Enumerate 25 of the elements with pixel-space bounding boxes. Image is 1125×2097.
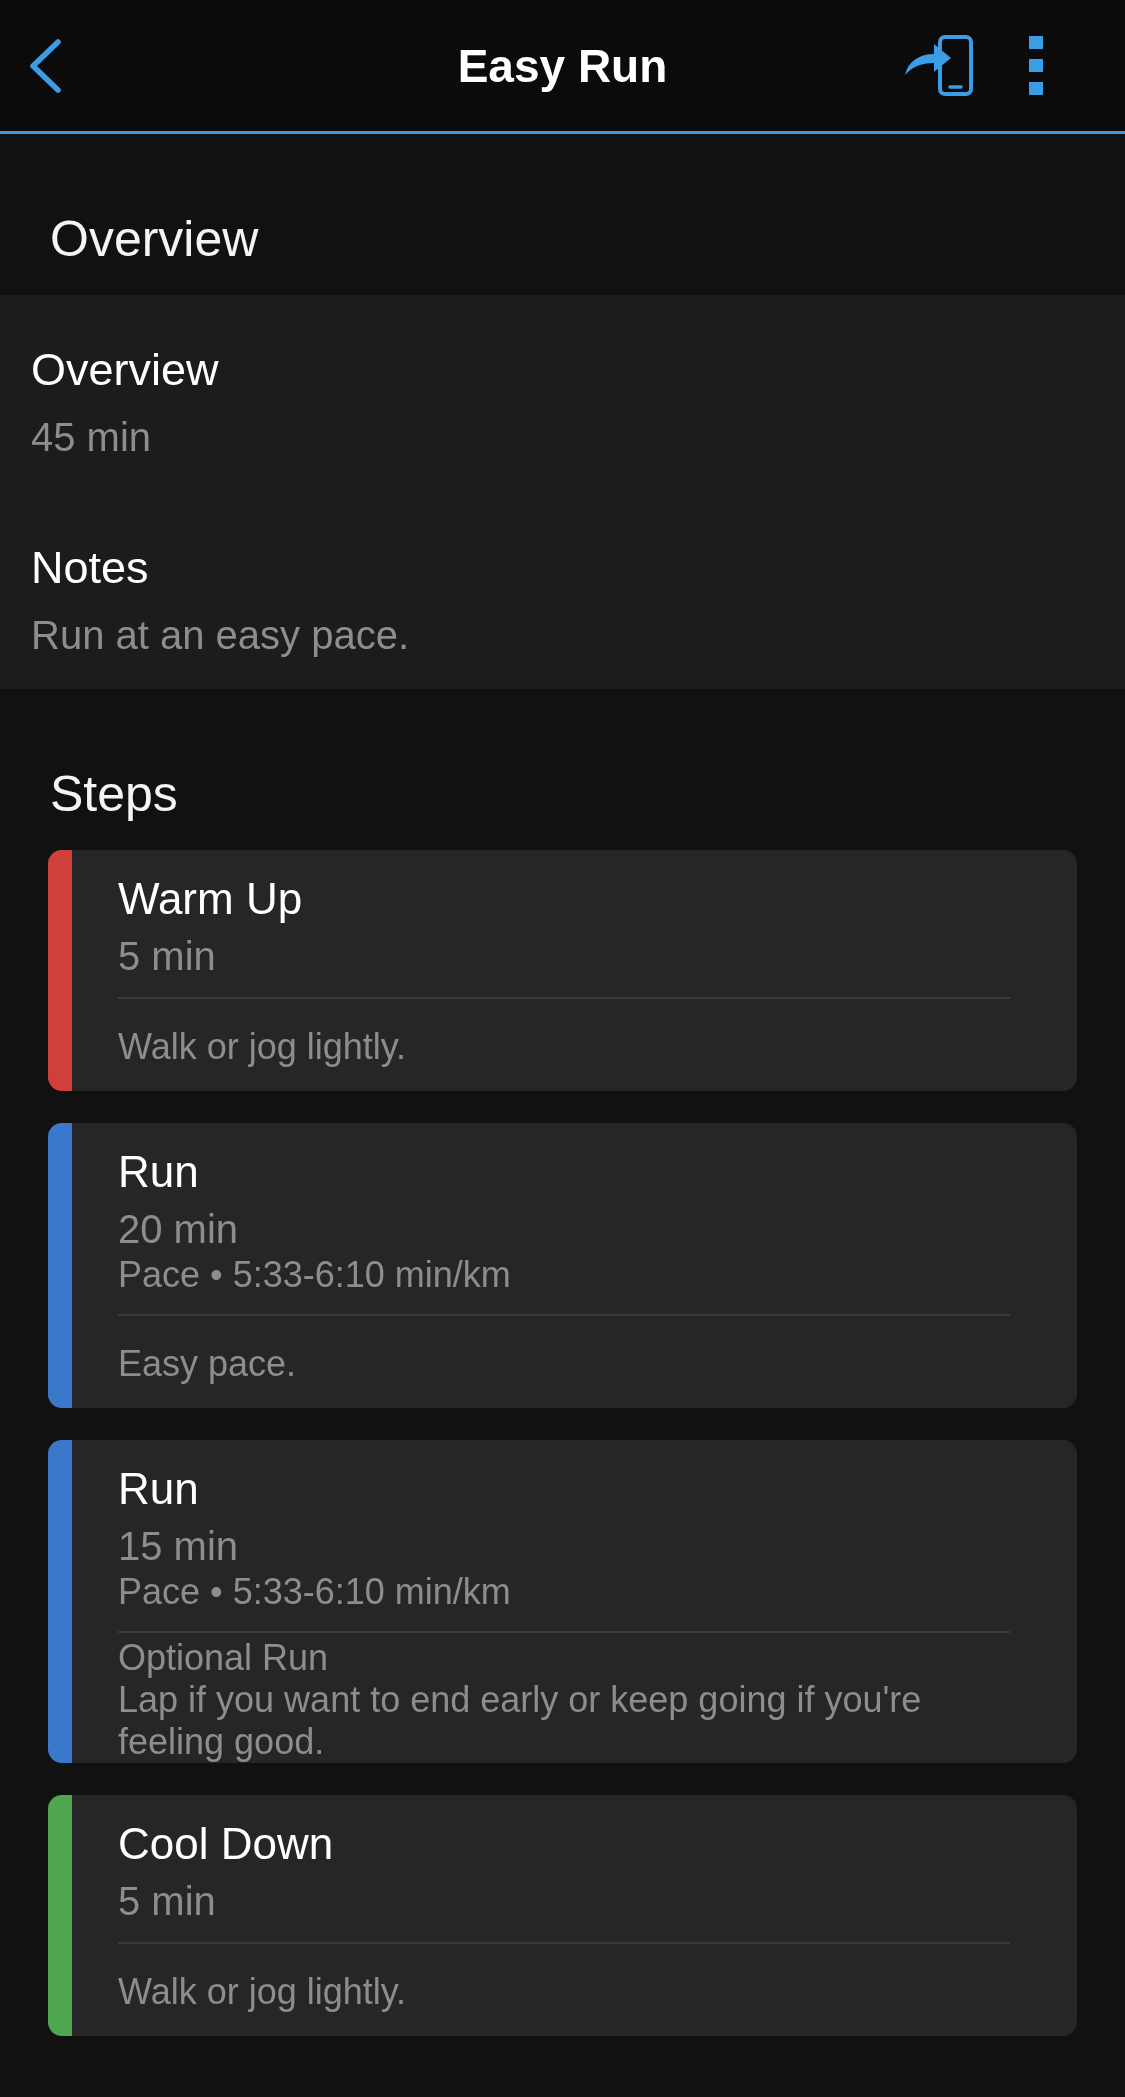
section-heading: Overview bbox=[50, 213, 259, 265]
step-duration: 5 min bbox=[118, 933, 216, 980]
field-label: Overview bbox=[31, 343, 219, 397]
field-label: Notes bbox=[31, 541, 149, 595]
field-value: 45 min bbox=[31, 414, 152, 461]
step-title: Run bbox=[118, 1146, 199, 1198]
step-duration: 5 min bbox=[118, 1878, 216, 1925]
back-icon[interactable] bbox=[29, 38, 61, 93]
step-title: Warm Up bbox=[118, 873, 303, 925]
step-target: Pace • 5:33-6:10 min/km bbox=[118, 1253, 511, 1297]
more-options-icon[interactable] bbox=[1029, 36, 1043, 95]
phone-arrow-icon[interactable] bbox=[904, 35, 974, 96]
step-note: Lap if you want to end early or keep going if you're feeling good. bbox=[118, 1679, 923, 1763]
step-target: Pace • 5:33-6:10 min/km bbox=[118, 1570, 511, 1614]
step-note: Walk or jog lightly. bbox=[118, 1971, 407, 2013]
step-title: Run bbox=[118, 1463, 199, 1515]
page-title: Easy Run bbox=[457, 38, 668, 94]
field-value: Run at an easy pace. bbox=[31, 612, 410, 659]
step-note: Easy pace. bbox=[118, 1343, 297, 1385]
step-note: Optional Run bbox=[118, 1637, 329, 1679]
step-duration: 20 min bbox=[118, 1206, 239, 1253]
step-note: Walk or jog lightly. bbox=[118, 1026, 407, 1068]
step-title: Cool Down bbox=[118, 1818, 334, 1870]
section-heading: Steps bbox=[50, 768, 178, 820]
step-duration: 15 min bbox=[118, 1523, 239, 1570]
